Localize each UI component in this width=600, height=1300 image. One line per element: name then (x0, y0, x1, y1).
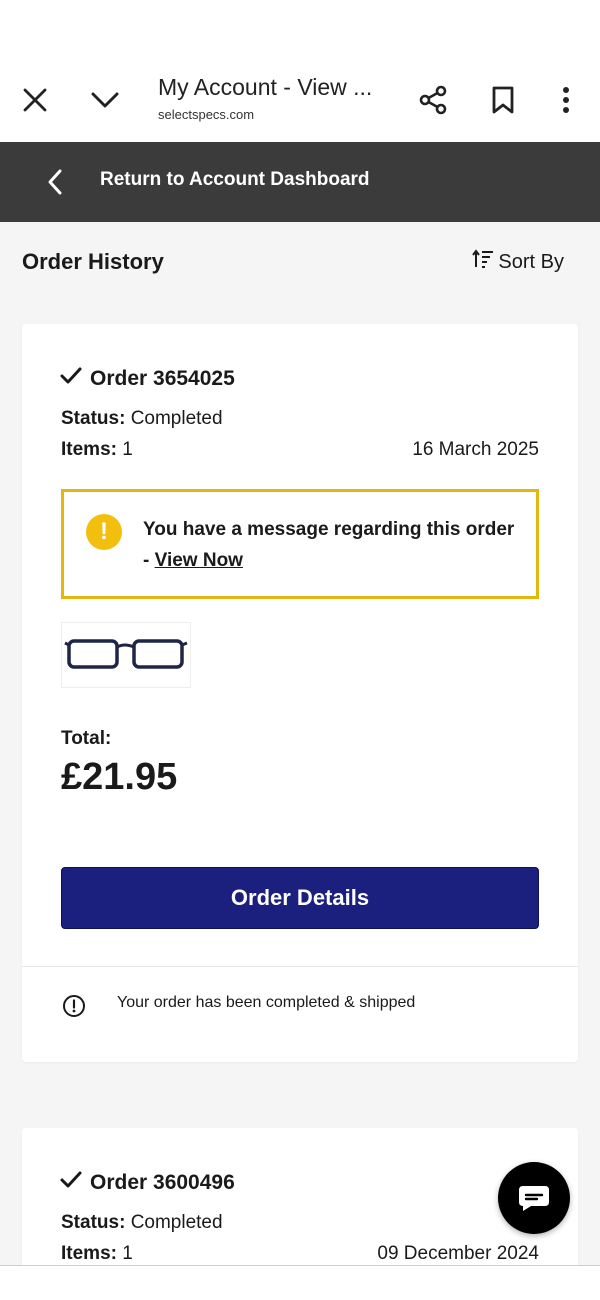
order-items: Items: 1 (61, 439, 133, 460)
order-history-title: Order History (22, 249, 164, 274)
tab-title-area[interactable]: My Account - View ... selectspecs.com (158, 74, 388, 122)
browser-toolbar: My Account - View ... selectspecs.com (0, 0, 600, 142)
order-history-header: Order History Sort By (0, 222, 600, 302)
warning-icon: ! (86, 514, 122, 550)
product-thumbnail[interactable] (61, 622, 191, 688)
order-status: Status: Completed (61, 408, 223, 429)
divider (22, 966, 578, 967)
info-icon (62, 994, 86, 1018)
order-number: Order 3654025 (90, 367, 235, 390)
order-date: 16 March 2025 (412, 439, 539, 460)
order-date: 09 December 2024 (377, 1243, 539, 1264)
bottom-area (0, 1266, 600, 1300)
order-number: Order 3600496 (90, 1171, 235, 1194)
sort-by-label: Sort By (498, 250, 564, 273)
bookmark-icon[interactable] (478, 75, 528, 125)
order-details-button[interactable]: Order Details (61, 867, 539, 929)
view-now-link[interactable]: View Now (155, 550, 243, 571)
order-heading: Order 3600496 (60, 1171, 235, 1195)
message-text: You have a message regarding this order … (143, 519, 515, 571)
order-message-alert: ! You have a message regarding this orde… (61, 489, 539, 599)
return-to-dashboard-link[interactable]: Return to Account Dashboard (0, 142, 600, 222)
chat-button[interactable] (498, 1162, 570, 1234)
order-card: Order 3654025 Status: Completed Items: 1… (22, 324, 578, 1062)
page-url: selectspecs.com (158, 107, 255, 122)
sort-by-button[interactable]: Sort By (472, 249, 564, 275)
more-vertical-icon[interactable] (541, 75, 591, 125)
order-status: Status: Completed (61, 1212, 223, 1233)
share-icon[interactable] (408, 75, 458, 125)
glasses-icon (64, 639, 188, 669)
return-label: Return to Account Dashboard (100, 169, 370, 190)
order-items: Items: 1 (61, 1243, 133, 1264)
sort-icon (472, 249, 494, 275)
order-info-text: Your order has been completed & shipped (117, 994, 416, 1011)
checkmark-icon (60, 367, 82, 391)
page-title: My Account - View ... (158, 74, 373, 100)
total-label: Total: (61, 728, 112, 749)
order-heading: Order 3654025 (60, 367, 235, 391)
close-icon[interactable] (10, 75, 60, 125)
chevron-down-icon[interactable] (80, 75, 130, 125)
total-value: £21.95 (61, 756, 178, 798)
chat-icon (519, 1186, 549, 1211)
chevron-left-icon (40, 166, 70, 198)
checkmark-icon (60, 1171, 82, 1195)
